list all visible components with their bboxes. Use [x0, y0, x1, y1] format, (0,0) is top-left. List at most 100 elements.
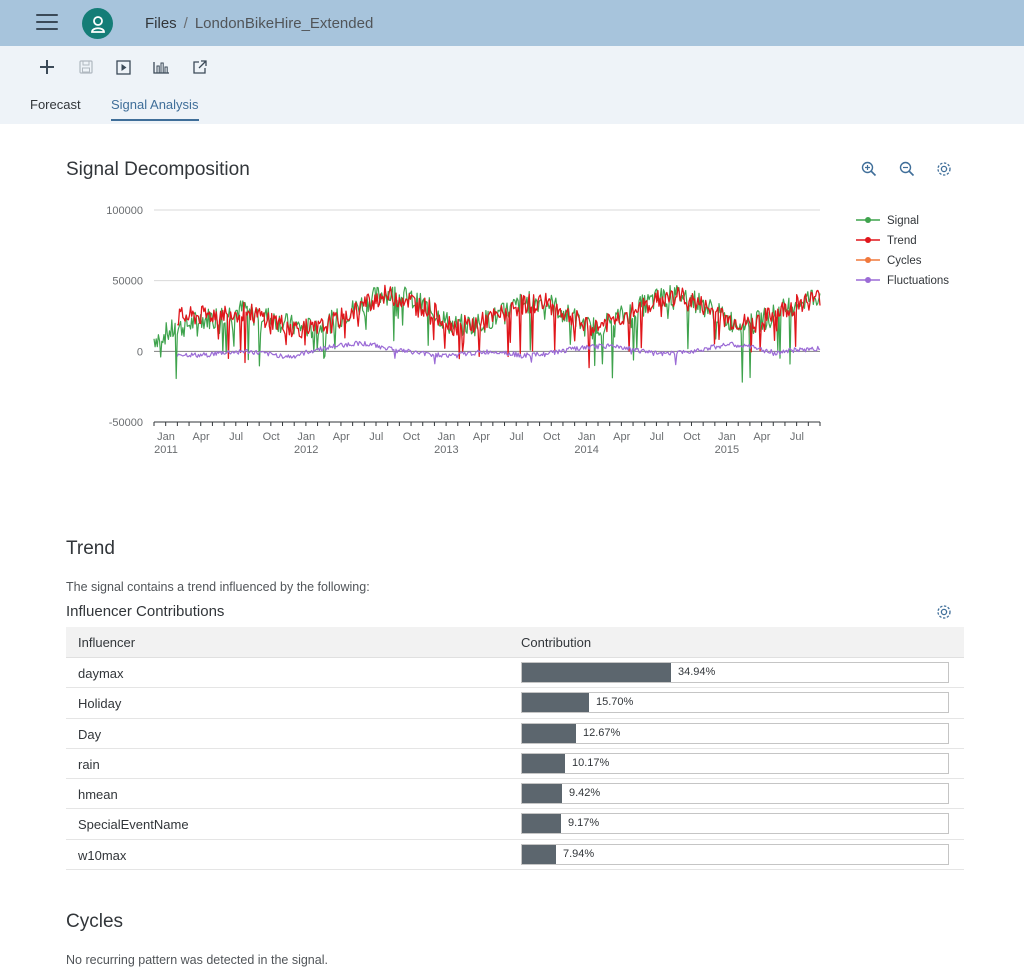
contribution-bar-fill	[522, 844, 556, 864]
chart-settings-gear-icon[interactable]	[935, 160, 953, 178]
x-month-label: Jul	[509, 431, 523, 443]
contribution-bar-fill	[522, 723, 576, 743]
x-month-label: Jul	[229, 431, 243, 443]
x-month-label: Jul	[369, 431, 383, 443]
table-header: Influencer Contribution	[66, 627, 964, 658]
y-tick-label: 100000	[106, 205, 143, 217]
user-icon	[90, 15, 105, 33]
contribution-value: 12.67%	[583, 726, 621, 739]
influencer-column-header[interactable]: Influencer	[78, 635, 135, 650]
menu-icon[interactable]	[36, 14, 58, 32]
influencer-name: w10max	[78, 847, 127, 863]
add-icon[interactable]	[36, 56, 58, 78]
table-row[interactable]: Day 12.67%	[66, 719, 964, 749]
contribution-bar-fill	[522, 693, 589, 713]
contribution-bar-fill	[522, 814, 561, 834]
run-icon[interactable]	[112, 56, 134, 78]
breadcrumb-files-link[interactable]: Files	[145, 15, 177, 32]
influencer-name: daymax	[78, 666, 124, 681]
cycles-section-title: Cycles	[66, 911, 124, 932]
table-row[interactable]: w10max 7.94%	[66, 840, 964, 871]
y-tick-label: 0	[137, 346, 143, 358]
x-month-label: Oct	[403, 431, 420, 443]
contribution-bar: 15.70%	[521, 692, 949, 714]
legend-label: Cycles	[887, 255, 922, 267]
table-row[interactable]: rain 10.17%	[66, 749, 964, 780]
x-month-label: Jan	[157, 431, 175, 443]
legend-label: Fluctuations	[887, 275, 949, 287]
zoom-out-icon[interactable]	[898, 160, 916, 178]
table-row[interactable]: Holiday 15.70%	[66, 688, 964, 719]
contribution-bar: 34.94%	[521, 662, 949, 683]
x-year-label: 2013	[434, 444, 458, 456]
breadcrumb-separator: /	[183, 15, 188, 32]
x-month-label: Apr	[192, 431, 209, 443]
x-year-label: 2015	[715, 444, 739, 456]
signal-decomposition-title: Signal Decomposition	[66, 159, 250, 180]
breadcrumb-current: LondonBikeHire_Extended	[194, 15, 374, 32]
series-line-signal	[153, 284, 821, 383]
x-year-label: 2011	[154, 444, 178, 456]
contribution-bar: 10.17%	[521, 752, 949, 774]
trend-description: The signal contains a trend influenced b…	[66, 580, 370, 594]
table-row[interactable]: SpecialEventName 9.17%	[66, 809, 964, 840]
influencer-name: Day	[78, 726, 102, 742]
y-tick-label: -50000	[109, 417, 143, 429]
x-month-label: Jan	[438, 431, 456, 443]
influencer-name: hmean	[78, 787, 118, 803]
contribution-bar: 9.17%	[521, 813, 949, 835]
x-month-label: Jan	[718, 431, 736, 443]
x-month-label: Oct	[683, 431, 700, 443]
x-year-label: 2012	[294, 444, 318, 456]
legend-marker	[865, 277, 871, 283]
contribution-bar: 12.67%	[521, 722, 949, 744]
active-tab-indicator	[111, 119, 199, 121]
x-month-label: Oct	[543, 431, 560, 443]
x-month-label: Oct	[263, 431, 280, 443]
table-row[interactable]: hmean 9.42%	[66, 779, 964, 810]
contribution-bar-fill	[522, 753, 565, 773]
save-icon[interactable]	[75, 56, 97, 78]
zoom-in-icon[interactable]	[860, 160, 878, 178]
shell-bar: Files / LondonBikeHire_Extended	[0, 0, 1024, 46]
table-settings-gear-icon[interactable]	[935, 603, 953, 621]
contribution-bar-fill	[522, 784, 562, 804]
legend-label: Trend	[887, 235, 917, 247]
contribution-value: 15.70%	[596, 696, 634, 709]
contribution-bar-fill	[522, 663, 671, 682]
contribution-value: 7.94%	[563, 847, 595, 860]
trend-section-title: Trend	[66, 538, 115, 559]
contribution-bar: 9.42%	[521, 783, 949, 805]
contribution-column-header[interactable]: Contribution	[521, 635, 591, 650]
contribution-bar: 7.94%	[521, 843, 949, 865]
x-month-label: Apr	[473, 431, 490, 443]
series-line-trend	[177, 284, 821, 369]
x-month-label: Apr	[333, 431, 350, 443]
legend-marker	[865, 217, 871, 223]
x-month-label: Apr	[613, 431, 630, 443]
tab-forecast[interactable]: Forecast	[30, 97, 81, 112]
breadcrumb: Files / LondonBikeHire_Extended	[145, 15, 373, 32]
x-month-label: Jul	[790, 431, 804, 443]
x-month-label: Jul	[650, 431, 664, 443]
influencer-name: Holiday	[78, 696, 122, 712]
contribution-value: 34.94%	[678, 666, 716, 678]
table-row[interactable]: daymax 34.94%	[66, 658, 964, 689]
chart-icon[interactable]	[150, 56, 172, 78]
x-year-label: 2014	[574, 444, 598, 456]
legend-marker	[865, 257, 871, 263]
x-month-label: Jan	[297, 431, 315, 443]
series-line-fluctuations	[176, 340, 821, 366]
influencer-table: Influencer Contribution daymax 34.94% Holi…	[66, 627, 964, 871]
y-tick-label: 50000	[112, 276, 143, 288]
influencer-name: rain	[78, 756, 100, 772]
contribution-value: 10.17%	[572, 756, 610, 769]
export-icon[interactable]	[189, 56, 211, 78]
cycles-description: No recurring pattern was detected in the…	[66, 953, 328, 967]
sub-header: Forecast Signal Analysis	[0, 46, 1024, 124]
avatar[interactable]	[82, 8, 113, 39]
contribution-value: 9.42%	[569, 787, 601, 800]
signal-decomposition-chart: 100000 50000 0 -50000 Jan Apr Jul Oct Jan Apr Jul O…	[106, 205, 949, 456]
influencer-name: SpecialEventName	[78, 817, 189, 833]
tab-signal-analysis[interactable]: Signal Analysis	[111, 97, 198, 112]
